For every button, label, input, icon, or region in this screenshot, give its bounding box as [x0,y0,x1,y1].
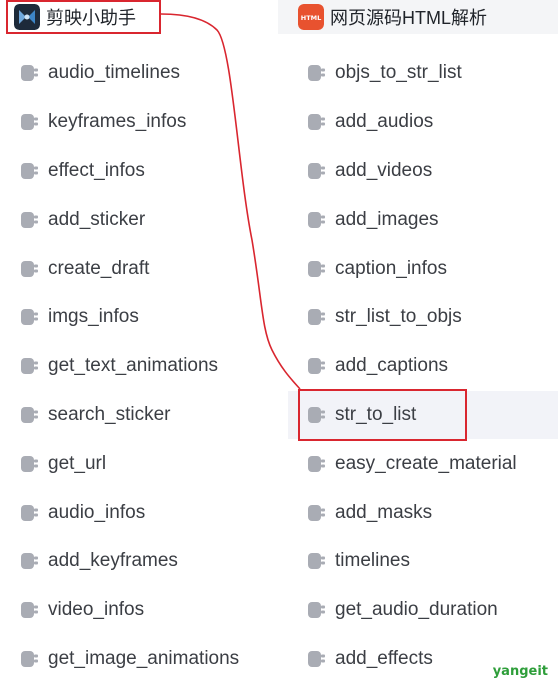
tool-label: video_infos [48,599,145,621]
tool-item-audio-infos[interactable]: audio_infos [0,488,278,537]
tool-label: effect_infos [48,159,145,181]
tool-label: add_masks [335,501,433,523]
plugin-tab-jianying[interactable]: 剪映小助手 [8,0,160,34]
tool-item-audio-timelines[interactable]: audio_timelines [0,49,278,98]
tool-item-add-images[interactable]: add_images [288,195,558,244]
plugin-icon [308,211,325,228]
plugin-icon [21,602,38,619]
plugin-icon [21,650,38,667]
plugin-icon [21,309,38,326]
plugin-icon [308,504,325,521]
tool-item-imgs-infos[interactable]: imgs_infos [0,293,278,342]
plugin-icon [308,162,325,179]
tool-item-easy-create-material[interactable]: easy_create_material [288,439,558,488]
tool-label: add_videos [335,159,433,181]
tool-label: get_text_animations [48,355,219,377]
plugin-icon [21,504,38,521]
tool-label: keyframes_infos [48,111,187,133]
tool-label: get_image_animations [48,647,240,669]
tool-item-keyframes-infos[interactable]: keyframes_infos [0,98,278,147]
plugin-icon [308,455,325,472]
plugin-icon [308,260,325,277]
plugin-icon [21,455,38,472]
tool-item-add-masks[interactable]: add_masks [288,488,558,537]
plugin-tab-label: 网页源码HTML解析 [330,8,487,28]
plugin-icon [21,553,38,570]
tool-item-str-to-list[interactable]: str_to_list [288,390,558,440]
plugin-icon [21,260,38,277]
tool-item-add-videos[interactable]: add_videos [288,147,558,196]
watermark-text: yangeit [492,664,548,679]
tool-item-video-infos[interactable]: video_infos [0,586,278,635]
tool-label: str_to_list [335,403,417,425]
plugin-icon [308,358,325,375]
tool-label: get_url [48,452,107,474]
jianying-app-icon [14,4,40,30]
plugin-icon [21,358,38,375]
tool-label: objs_to_str_list [335,62,462,84]
plugin-icon [21,162,38,179]
plugin-icon [21,211,38,228]
tool-item-get-url[interactable]: get_url [0,439,278,488]
tool-item-add-captions[interactable]: add_captions [288,342,558,391]
plugin-tab-label: 剪映小助手 [46,8,136,28]
tool-label: easy_create_material [335,452,517,474]
tool-item-add-audios[interactable]: add_audios [288,98,558,147]
tool-item-objs-to-str-list[interactable]: objs_to_str_list [288,49,558,98]
watermark: yangeit [493,664,548,679]
tool-item-effect-infos[interactable]: effect_infos [0,147,278,196]
tool-list-right: objs_to_str_list add_audios add_videos add_… [288,49,558,683]
tool-item-add-keyframes[interactable]: add_keyframes [0,537,278,586]
tool-label: timelines [335,550,410,572]
plugin-icon [308,114,325,131]
tool-label: imgs_infos [48,306,139,328]
tool-item-search-sticker[interactable]: search_sticker [0,391,278,440]
tool-label: audio_infos [48,501,146,523]
tool-label: get_audio_duration [335,599,498,621]
plugin-icon [21,114,38,131]
tool-label: create_draft [48,257,150,279]
tool-item-caption-infos[interactable]: caption_infos [288,244,558,293]
tool-item-get-image-animations[interactable]: get_image_animations [0,635,278,684]
plugin-tab-html-parser[interactable]: HTML 网页源码HTML解析 [278,0,558,34]
tool-label: add_sticker [48,208,146,230]
tool-label: caption_infos [335,257,447,279]
tool-item-get-text-animations[interactable]: get_text_animations [0,342,278,391]
html-badge-icon: HTML [298,4,324,30]
plugin-icon [308,602,325,619]
plugin-icon [308,553,325,570]
plugin-icon [308,650,325,667]
tool-item-get-audio-duration[interactable]: get_audio_duration [288,586,558,635]
tool-item-timelines[interactable]: timelines [288,537,558,586]
plugin-icon [308,309,325,326]
tool-label: search_sticker [48,403,171,425]
plugin-icon [21,65,38,82]
tool-list-left: audio_timelines keyframes_infos effect_inf… [0,49,278,683]
html-badge-text: HTML [301,14,321,22]
plugin-icon [308,406,325,423]
tool-item-str-list-to-objs[interactable]: str_list_to_objs [288,293,558,342]
tool-label: add_audios [335,111,434,133]
plugin-icon [21,406,38,423]
tool-label: add_keyframes [48,550,178,572]
tool-item-add-sticker[interactable]: add_sticker [0,195,278,244]
tool-label: add_images [335,208,439,230]
tool-item-create-draft[interactable]: create_draft [0,244,278,293]
tool-label: add_captions [335,355,449,377]
tool-label: audio_timelines [48,62,181,84]
tool-label: str_list_to_objs [335,306,462,328]
plugin-icon [308,65,325,82]
tool-label: add_effects [335,647,433,669]
